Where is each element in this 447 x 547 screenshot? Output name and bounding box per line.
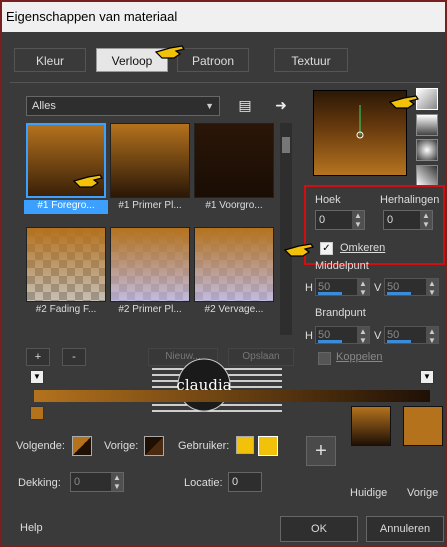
gradient-thumb-5[interactable] (110, 227, 190, 302)
style-sunburst-button[interactable] (416, 165, 438, 187)
scrollbar-thumb[interactable] (282, 137, 290, 153)
vorige-color-swatch[interactable] (403, 406, 443, 446)
tab-patroon[interactable]: Patroon (177, 48, 249, 72)
volgende-swatch[interactable] (72, 436, 92, 456)
locatie-label: Locatie: (184, 477, 223, 489)
vorige-bottom-swatch[interactable] (144, 436, 164, 456)
gradient-bar[interactable] (34, 390, 430, 402)
category-select-value: Alles (32, 100, 56, 112)
vorige-color-label: Vorige (407, 487, 439, 499)
gallery-scrollbar[interactable] (280, 123, 292, 335)
gradient-thumb-label: #2 Primer Pl... (118, 304, 182, 315)
gradient-thumb-6[interactable] (194, 227, 274, 302)
hand-pointer-icon (283, 243, 314, 257)
color-stop-left[interactable] (30, 406, 44, 420)
dekking-value: 0 (74, 476, 81, 488)
gradient-thumb-label: #2 Fading F... (35, 304, 97, 315)
herhalingen-input[interactable]: 0 ▲ ▼ (383, 210, 433, 230)
style-rectangular-button[interactable] (416, 114, 438, 136)
spin-arrows-icon[interactable]: ▲ ▼ (357, 279, 369, 297)
help-link[interactable]: Help (20, 522, 43, 534)
add-gradient-button[interactable]: + (26, 348, 50, 366)
huidige-swatch[interactable] (351, 406, 391, 446)
cancel-button[interactable]: Annuleren (366, 516, 444, 542)
gradient-thumb-4[interactable] (26, 227, 106, 302)
spin-arrows-icon[interactable]: ▲ ▼ (426, 279, 438, 297)
middelpunt-v-label: V (374, 282, 382, 294)
tab-kleur[interactable]: Kleur (14, 48, 86, 72)
middelpunt-h-slider[interactable]: 50 ▲ ▼ (315, 278, 370, 297)
omkeren-label[interactable]: Omkeren (340, 242, 385, 254)
hand-pointer-icon (388, 95, 419, 109)
hoek-label: Hoek (315, 194, 341, 206)
style-radial-button[interactable] (416, 139, 438, 161)
ok-button[interactable]: OK (280, 516, 358, 542)
brandpunt-h-label: H (305, 330, 313, 342)
spin-arrows-icon[interactable]: ▲ ▼ (352, 211, 364, 229)
huidige-label: Huidige (350, 487, 388, 499)
koppelen-checkbox[interactable] (318, 352, 331, 365)
spin-arrows-icon[interactable]: ▲ ▼ (357, 327, 369, 345)
category-select[interactable]: Alles ▼ (26, 96, 220, 116)
spin-arrows-icon[interactable]: ▲ ▼ (111, 473, 123, 491)
arrow-right-icon[interactable]: ➜ (272, 96, 290, 114)
gradient-thumb-label: #1 Voorgro... (205, 200, 263, 211)
window-title: Eigenschappen van materiaal (6, 9, 178, 24)
gradient-thumb-2[interactable] (110, 123, 190, 198)
stop-marker-top-left[interactable]: ▼ (30, 370, 44, 384)
gebruiker-swatch-2[interactable] (258, 436, 278, 456)
brandpunt-v-slider[interactable]: 50 ▲ ▼ (384, 326, 439, 345)
claudia-watermark-logo: claudia (152, 358, 282, 412)
gebruiker-label: Gebruiker: (178, 440, 230, 452)
herhalingen-value: 0 (387, 214, 394, 226)
add-to-swatches-button[interactable]: + (306, 436, 336, 466)
locatie-input[interactable]: 0 (228, 472, 262, 492)
gradient-thumb-label: #1 Primer Pl... (118, 200, 182, 211)
middelpunt-h-label: H (305, 282, 313, 294)
hand-pointer-icon (154, 45, 185, 59)
vorige-label: Vorige: (104, 440, 139, 452)
dekking-input[interactable]: 0 ▲ ▼ (70, 472, 124, 492)
hoek-value: 0 (319, 214, 326, 226)
gradient-thumb-3[interactable] (194, 123, 274, 198)
tab-textuur[interactable]: Textuur (274, 48, 348, 72)
locatie-value: 0 (232, 476, 239, 488)
dialog-window: Eigenschappen van materiaal Kleur Verloo… (0, 0, 447, 547)
hoek-input[interactable]: 0 ▲ ▼ (315, 210, 365, 230)
remove-gradient-button[interactable]: - (62, 348, 86, 366)
dekking-label: Dekking: (18, 477, 61, 489)
gradient-thumb-label: #2 Vervage... (204, 304, 264, 315)
volgende-label: Volgende: (16, 440, 65, 452)
gebruiker-swatch-1[interactable] (236, 436, 254, 454)
brandpunt-v-label: V (374, 330, 382, 342)
omkeren-checkbox[interactable]: ✓ (320, 242, 333, 255)
list-view-icon[interactable]: ▤ (236, 96, 254, 114)
spin-arrows-icon[interactable]: ▲ ▼ (426, 327, 438, 345)
herhalingen-label: Herhalingen (380, 194, 440, 206)
gradient-thumb-label: #1 Foregro... (24, 200, 108, 214)
stop-marker-top-right[interactable]: ▼ (420, 370, 434, 384)
koppelen-label[interactable]: Koppelen (336, 351, 383, 363)
brandpunt-label: Brandpunt (315, 307, 366, 319)
brandpunt-h-slider[interactable]: 50 ▲ ▼ (315, 326, 370, 345)
chevron-down-icon: ▼ (205, 101, 214, 111)
gradient-gallery: #1 Foregro... #1 Primer Pl... #1 Voorgro… (24, 123, 278, 335)
tab-divider (10, 82, 440, 83)
tab-bar: Kleur Verloop Patroon Textuur (2, 45, 445, 76)
hand-pointer-icon (72, 174, 103, 188)
title-bar: Eigenschappen van materiaal (2, 2, 445, 32)
middelpunt-label: Middelpunt (315, 260, 369, 272)
spin-arrows-icon[interactable]: ▲ ▼ (420, 211, 432, 229)
middelpunt-v-slider[interactable]: 50 ▲ ▼ (384, 278, 439, 297)
